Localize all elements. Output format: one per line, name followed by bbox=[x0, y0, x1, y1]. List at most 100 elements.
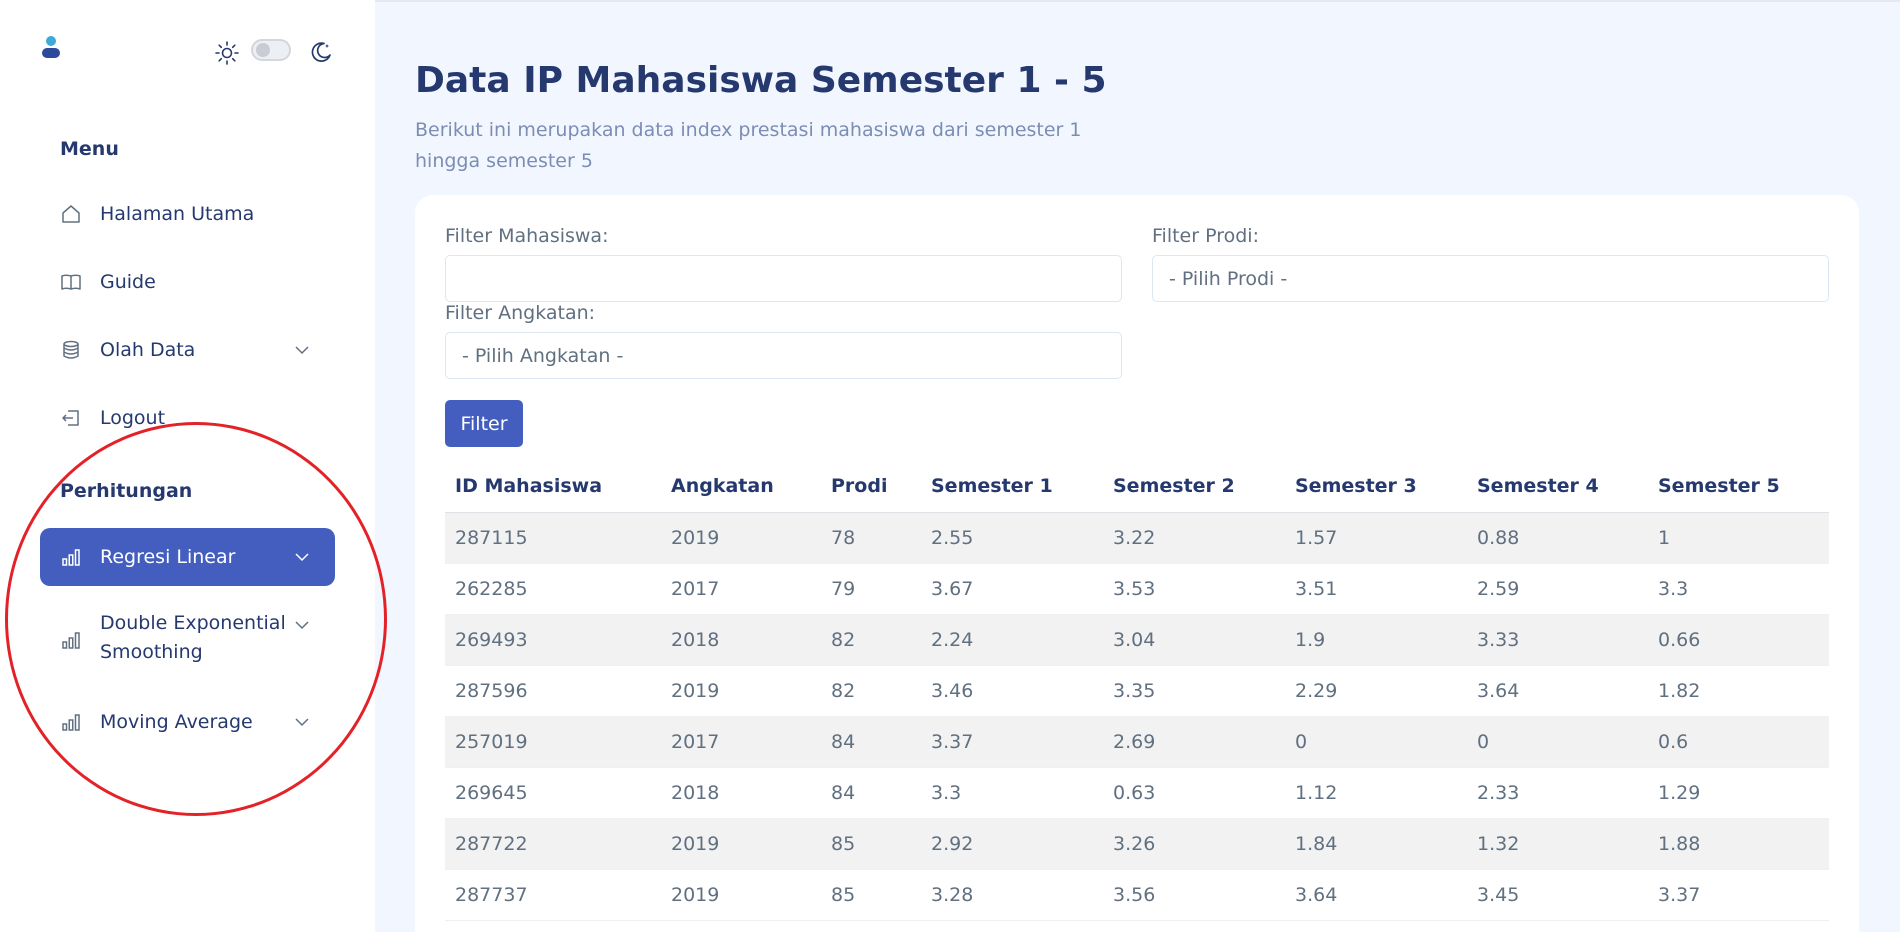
bar-chart-icon bbox=[62, 714, 80, 731]
column-header[interactable]: Semester 2 bbox=[1103, 460, 1285, 513]
table-cell: 3.64 bbox=[1477, 679, 1520, 702]
filter-angkatan-label: Filter Angkatan: bbox=[445, 302, 596, 324]
table-row: 287737 2019 85 3.28 3.56 3.64 3.45 3.37 bbox=[445, 869, 1829, 920]
table-row: 287596 2019 82 3.46 3.35 2.29 3.64 1.82 bbox=[445, 665, 1829, 716]
table-cell: 3.28 bbox=[931, 883, 974, 906]
table-cell: 82 bbox=[831, 679, 856, 702]
sun-icon bbox=[215, 41, 239, 65]
sidebar-item-label: Halaman Utama bbox=[100, 202, 255, 225]
table-cell: 3.35 bbox=[1113, 679, 1156, 702]
table-cell: 1.84 bbox=[1285, 818, 1467, 869]
table-cell: 1.32 bbox=[1467, 818, 1648, 869]
table-cell: 2.33 bbox=[1477, 781, 1520, 804]
chevron-down-icon[interactable] bbox=[294, 617, 310, 633]
sidebar-item-double-exponential-smoothing[interactable]: Double Exponential Smoothing bbox=[40, 609, 335, 669]
database-icon bbox=[63, 340, 79, 359]
table-cell: 3.37 bbox=[921, 716, 1103, 767]
moon-icon bbox=[311, 42, 331, 62]
sidebar-item-label: Guide bbox=[100, 270, 156, 293]
page-title: Data IP Mahasiswa Semester 1 - 5 bbox=[415, 60, 1107, 101]
table-cell: 1.29 bbox=[1658, 781, 1701, 804]
sidebar-item-label: Logout bbox=[100, 406, 166, 429]
table-cell: 2.24 bbox=[921, 614, 1103, 665]
table-cell: 2019 bbox=[671, 883, 720, 906]
table-cell: 3.67 bbox=[931, 577, 974, 600]
sidebar-item-regresi-linear[interactable]: Regresi Linear bbox=[40, 528, 335, 586]
data-table: ID Mahasiswa Angkatan Prodi Semester 1 S… bbox=[445, 460, 1829, 921]
page-subtitle: Berikut ini merupakan data index prestas… bbox=[415, 119, 1082, 172]
table-row: 257019 2017 84 3.37 2.69 0 0 0.6 bbox=[445, 716, 1829, 767]
sidebar-item-halaman-utama[interactable]: Halaman Utama bbox=[40, 185, 335, 243]
table-cell: 0 bbox=[1285, 716, 1467, 767]
table-cell: 82 bbox=[821, 614, 921, 665]
dark-mode-toggle[interactable] bbox=[251, 39, 291, 61]
column-header[interactable]: Semester 3 bbox=[1285, 460, 1467, 513]
filter-mahasiswa-input[interactable] bbox=[445, 255, 1122, 302]
chevron-down-icon[interactable] bbox=[294, 342, 310, 358]
column-header[interactable]: ID Mahasiswa bbox=[445, 460, 661, 513]
table-cell: 2.59 bbox=[1477, 577, 1520, 600]
table-cell: 2017 bbox=[661, 716, 821, 767]
chevron-down-icon[interactable] bbox=[294, 549, 310, 565]
table-cell: 85 bbox=[831, 883, 856, 906]
book-icon bbox=[61, 274, 81, 290]
main-content: Data IP Mahasiswa Semester 1 - 5 Berikut… bbox=[375, 0, 1900, 932]
table-row: 287115 2019 78 2.55 3.22 1.57 0.88 1 bbox=[445, 512, 1829, 563]
table-cell: 1.82 bbox=[1658, 679, 1701, 702]
sidebar-item-guide[interactable]: Guide bbox=[40, 253, 335, 311]
column-header[interactable]: Semester 4 bbox=[1467, 460, 1648, 513]
filter-prodi-select[interactable]: - Pilih Prodi - bbox=[1152, 255, 1829, 302]
sidebar-header bbox=[0, 0, 375, 100]
table-cell: 3.37 bbox=[1658, 883, 1701, 906]
sidebar-item-logout[interactable]: Logout bbox=[40, 389, 335, 447]
sidebar-item-olah-data[interactable]: Olah Data bbox=[40, 321, 335, 379]
table-cell: 3.3 bbox=[931, 781, 962, 804]
table-cell: 79 bbox=[831, 577, 856, 600]
table-cell: 287737 bbox=[455, 883, 528, 906]
table-row: 287722 2019 85 2.92 3.26 1.84 1.32 1.88 bbox=[445, 818, 1829, 869]
table-cell: 1.12 bbox=[1295, 781, 1338, 804]
perhitungan-section-title: Perhitungan bbox=[60, 480, 193, 502]
table-cell: 2.29 bbox=[1295, 679, 1338, 702]
table-cell: 3.51 bbox=[1295, 577, 1338, 600]
table-cell: 257019 bbox=[445, 716, 661, 767]
table-row: 269645 2018 84 3.3 0.63 1.12 2.33 1.29 bbox=[445, 767, 1829, 818]
bar-chart-icon bbox=[62, 632, 80, 649]
filter-button[interactable]: Filter bbox=[445, 400, 523, 447]
table-row: 262285 2017 79 3.67 3.53 3.51 2.59 3.3 bbox=[445, 563, 1829, 614]
filter-mahasiswa-label: Filter Mahasiswa: bbox=[445, 225, 609, 247]
table-cell: 287722 bbox=[445, 818, 661, 869]
table-cell: 3.3 bbox=[1658, 577, 1689, 600]
table-cell: 3.33 bbox=[1467, 614, 1648, 665]
table-cell: 1.9 bbox=[1285, 614, 1467, 665]
table-cell: 287115 bbox=[445, 512, 661, 563]
table-cell: 2019 bbox=[661, 818, 821, 869]
home-icon bbox=[62, 205, 80, 223]
column-header[interactable]: Prodi bbox=[821, 460, 921, 513]
table-cell: 1 bbox=[1648, 512, 1829, 563]
table-cell: 85 bbox=[821, 818, 921, 869]
column-header[interactable]: Semester 5 bbox=[1648, 460, 1829, 513]
table-cell: 84 bbox=[821, 716, 921, 767]
chevron-down-icon[interactable] bbox=[294, 714, 310, 730]
sidebar-item-label: Regresi Linear bbox=[100, 545, 236, 568]
table-cell: 2019 bbox=[661, 512, 821, 563]
column-header[interactable]: Angkatan bbox=[661, 460, 821, 513]
table-cell: 287596 bbox=[455, 679, 528, 702]
table-cell: 2.55 bbox=[921, 512, 1103, 563]
user-logo-icon[interactable] bbox=[42, 36, 60, 62]
table-cell: 0.66 bbox=[1648, 614, 1829, 665]
table-cell: 1.57 bbox=[1285, 512, 1467, 563]
bar-chart-icon bbox=[62, 549, 80, 566]
filter-angkatan-select[interactable]: - Pilih Angkatan - bbox=[445, 332, 1122, 379]
table-cell: 84 bbox=[831, 781, 856, 804]
table-cell: 0.63 bbox=[1113, 781, 1156, 804]
table-cell: 3.53 bbox=[1113, 577, 1156, 600]
table-cell: 269493 bbox=[445, 614, 661, 665]
sidebar-item-moving-average[interactable]: Moving Average bbox=[40, 693, 335, 751]
column-header[interactable]: Semester 1 bbox=[921, 460, 1103, 513]
sidebar-item-label: Olah Data bbox=[100, 338, 196, 361]
table-cell: 0 bbox=[1467, 716, 1648, 767]
table-cell: 2019 bbox=[671, 679, 720, 702]
sidebar-item-label: Moving Average bbox=[100, 710, 253, 733]
